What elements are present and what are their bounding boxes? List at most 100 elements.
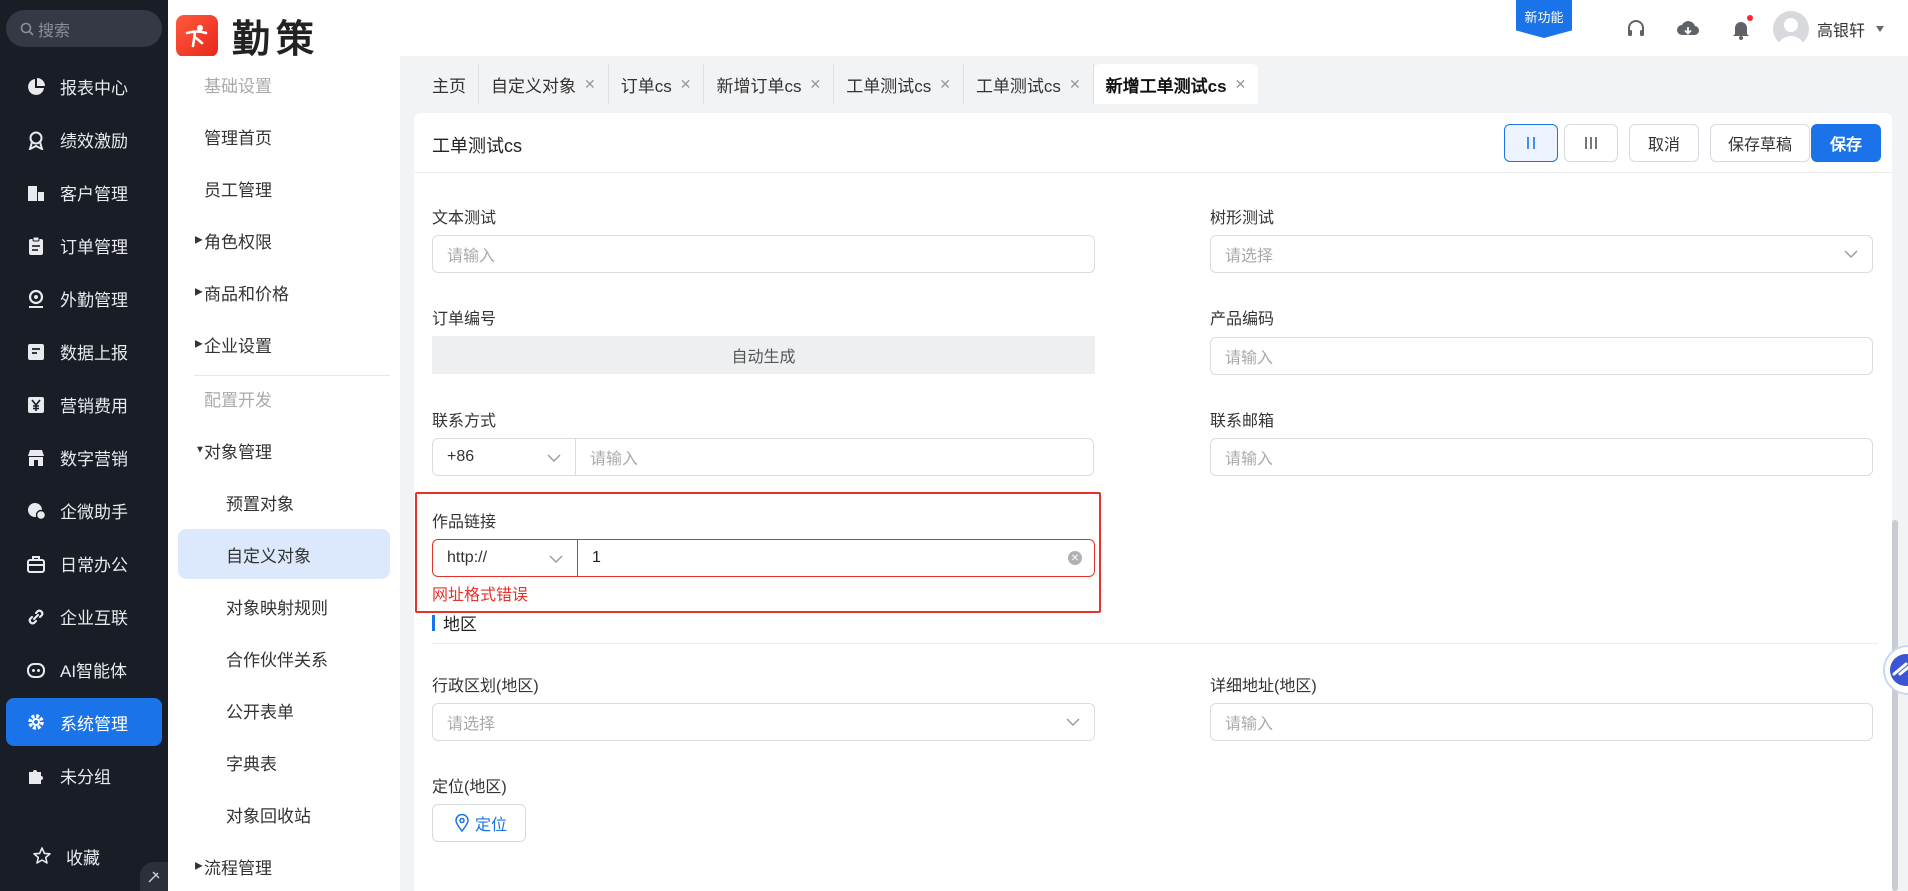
subnav-item-14[interactable]: 对象回收站 xyxy=(178,789,390,839)
close-icon[interactable]: ✕ xyxy=(680,76,692,93)
new-feature-badge[interactable]: 新功能 xyxy=(1516,0,1572,38)
headset-icon[interactable] xyxy=(1624,17,1648,41)
subnav-item-12[interactable]: 公开表单 xyxy=(178,685,390,735)
subnav-item-11[interactable]: 合作伙伴关系 xyxy=(178,633,390,683)
save-button[interactable]: 保存 xyxy=(1811,124,1881,162)
two-column-layout-button[interactable] xyxy=(1504,124,1558,162)
subnav-item-3[interactable]: ▶ 角色权限 xyxy=(178,215,390,265)
caret-down-icon: ▼ xyxy=(195,444,205,456)
pie-chart-icon xyxy=(26,77,46,97)
tree-test-label: 树形测试 xyxy=(1210,210,1275,227)
save-draft-button[interactable]: 保存草稿 xyxy=(1710,124,1810,162)
nav-item-6[interactable]: 营销费用 xyxy=(6,378,162,431)
text-test-input[interactable]: 请输入 xyxy=(432,235,1095,273)
clipboard-icon xyxy=(26,236,46,256)
bell-icon[interactable] xyxy=(1729,15,1753,41)
collapse-nav-button[interactable] xyxy=(140,862,168,891)
phone-input[interactable]: 请输入 xyxy=(576,438,1094,476)
country-code-select[interactable]: +86 xyxy=(432,438,576,476)
subnav-item-label: 字典表 xyxy=(226,754,277,774)
subnav-item-5[interactable]: ▶ 企业设置 xyxy=(178,319,390,369)
caret-right-icon: ▶ xyxy=(195,338,203,350)
locate-button[interactable]: 定位 xyxy=(432,804,526,842)
nav-item-label: 企微助手 xyxy=(60,503,128,522)
email-input[interactable]: 请输入 xyxy=(1210,438,1873,476)
search-icon xyxy=(20,22,34,36)
subnav-item-8[interactable]: 预置对象 xyxy=(178,477,390,527)
briefcase-icon xyxy=(26,554,46,574)
nav-item-4[interactable]: 外勤管理 xyxy=(6,272,162,325)
close-icon[interactable]: ✕ xyxy=(584,76,596,93)
url-protocol-select[interactable]: http:// xyxy=(432,539,578,577)
nav-item-7[interactable]: 数字营销 xyxy=(6,431,162,484)
tab-0[interactable]: 主页 xyxy=(410,64,479,104)
close-icon[interactable]: ✕ xyxy=(1069,76,1081,93)
subnav-item-label: 员工管理 xyxy=(204,180,272,200)
three-column-layout-button[interactable] xyxy=(1564,124,1618,162)
subnav-item-7[interactable]: ▼ 对象管理 xyxy=(178,425,390,475)
tab-5[interactable]: 工单测试cs ✕ xyxy=(964,64,1094,104)
subnav-item-label: 对象映射规则 xyxy=(226,598,328,618)
clear-icon[interactable]: ✕ xyxy=(1068,551,1082,565)
tab-label: 新增订单cs xyxy=(716,76,802,96)
subnav-item-label: 对象回收站 xyxy=(226,806,311,826)
nav-item-label: 外勤管理 xyxy=(60,291,128,310)
nav-item-10[interactable]: 企业互联 xyxy=(6,590,162,643)
admin-region-select[interactable]: 请选择 xyxy=(432,703,1095,741)
page-scrollbar[interactable] xyxy=(1892,520,1898,891)
subnav-item-10[interactable]: 对象映射规则 xyxy=(178,581,390,631)
work-link-input[interactable]: 1 ✕ xyxy=(577,539,1095,577)
nav-item-label: 收藏 xyxy=(66,848,100,868)
work-link-label: 作品链接 xyxy=(432,514,497,531)
tab-3[interactable]: 新增订单cs ✕ xyxy=(704,64,835,104)
tab-4[interactable]: 工单测试cs ✕ xyxy=(834,64,964,104)
user-menu[interactable]: 高银轩 xyxy=(1773,10,1885,48)
caret-down-icon xyxy=(1876,26,1885,32)
nav-item-9[interactable]: 日常办公 xyxy=(6,537,162,590)
product-code-label: 产品编码 xyxy=(1210,311,1275,328)
subnav-item-label: 商品和价格 xyxy=(204,284,289,304)
subnav-item-label: 合作伙伴关系 xyxy=(226,650,328,670)
section-title-region: 地区 xyxy=(432,610,477,635)
logo-mark-icon xyxy=(176,14,218,57)
user-name: 高银轩 xyxy=(1817,23,1866,40)
close-icon[interactable]: ✕ xyxy=(809,76,821,93)
locate-button-label: 定位 xyxy=(475,817,508,834)
tab-6[interactable]: 新增工单测试cs ✕ xyxy=(1093,64,1259,104)
nav-search-input[interactable]: 搜索 xyxy=(6,10,162,47)
subnav-item-2[interactable]: 员工管理 xyxy=(178,163,390,213)
subnav-item-1[interactable]: 管理首页 xyxy=(178,111,390,161)
subnav-item-4[interactable]: ▶ 商品和价格 xyxy=(178,267,390,317)
detail-address-input[interactable]: 请输入 xyxy=(1210,703,1873,741)
brand-logo[interactable]: 勤策 xyxy=(176,8,320,63)
chevron-down-icon xyxy=(1066,718,1080,726)
assistant-robot-icon[interactable] xyxy=(1872,640,1908,700)
subnav-item-label: 基础设置 xyxy=(204,76,272,96)
nav-item-11[interactable]: AI智能体 xyxy=(6,643,162,696)
location-pin-icon xyxy=(26,289,46,309)
nav-item-8[interactable]: 企微助手 xyxy=(6,484,162,537)
nav-item-1[interactable]: 绩效激励 xyxy=(6,113,162,166)
nav-item-5[interactable]: 数据上报 xyxy=(6,325,162,378)
nav-item-label: 绩效激励 xyxy=(60,132,128,151)
cloud-download-icon[interactable] xyxy=(1676,17,1700,41)
nav-item-12[interactable]: 系统管理 xyxy=(6,698,162,746)
customer-icon xyxy=(26,183,46,203)
tab-1[interactable]: 自定义对象 ✕ xyxy=(479,64,609,104)
close-icon[interactable]: ✕ xyxy=(939,76,951,93)
report-icon xyxy=(26,342,46,362)
product-code-input[interactable]: 请输入 xyxy=(1210,337,1873,375)
tab-2[interactable]: 订单cs ✕ xyxy=(609,64,705,104)
nav-item-13[interactable]: 未分组 xyxy=(6,749,162,802)
nav-item-2[interactable]: 客户管理 xyxy=(6,166,162,219)
subnav-item-15[interactable]: ▶ 流程管理 xyxy=(178,841,390,891)
tree-test-select[interactable]: 请选择 xyxy=(1210,235,1873,273)
nav-item-0[interactable]: 报表中心 xyxy=(6,60,162,113)
cancel-button[interactable]: 取消 xyxy=(1629,124,1699,162)
nav-item-3[interactable]: 订单管理 xyxy=(6,219,162,272)
close-icon[interactable]: ✕ xyxy=(1235,76,1247,93)
order-no-label: 订单编号 xyxy=(432,311,497,328)
subnav-item-9[interactable]: 自定义对象 xyxy=(178,529,390,579)
subnav-item-13[interactable]: 字典表 xyxy=(178,737,390,787)
map-pin-icon xyxy=(455,814,469,832)
